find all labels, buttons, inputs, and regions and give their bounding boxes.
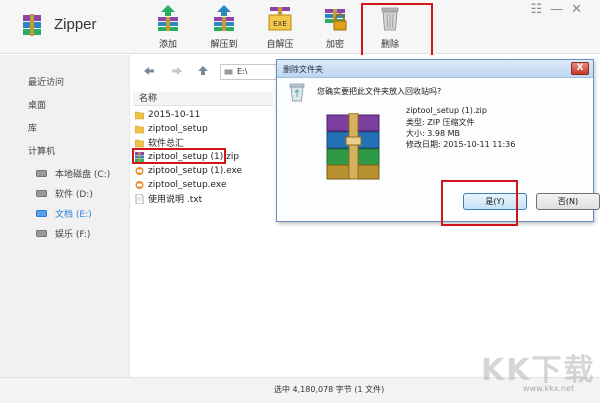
file-row[interactable]: ziptool_setup.exe xyxy=(135,178,226,191)
drive-f-label: 娱乐 (F:) xyxy=(55,229,91,240)
sidebar: 最近访问 桌面 库 计算机 本地磁盘 (C:) 软件 (D:) 文档 (E:) … xyxy=(0,55,130,391)
extract-to-icon xyxy=(214,5,234,31)
sidebar-item-desktop[interactable]: 桌面 xyxy=(28,98,46,111)
close-icon[interactable]: ✕ xyxy=(571,2,590,17)
file-name: 2015-10-11 xyxy=(148,109,201,120)
yes-button-highlight-box xyxy=(441,180,518,226)
file-row[interactable]: 使用说明 .txt xyxy=(135,192,202,205)
back-arrow-icon[interactable] xyxy=(143,66,155,76)
drive-c-label: 本地磁盘 (C:) xyxy=(55,169,111,180)
recycle-bin-icon xyxy=(289,83,305,102)
folder-icon xyxy=(135,125,144,133)
dialog-close-button[interactable]: X xyxy=(571,62,589,75)
encrypt-lock-icon xyxy=(325,9,347,31)
dialog-title: 删除文件夹 xyxy=(283,65,323,74)
selected-file-highlight-box xyxy=(132,148,226,164)
dialog-file-name: ziptool_setup (1).zip xyxy=(406,106,487,115)
extract-to-button[interactable]: 解压到 xyxy=(200,4,248,50)
drive-icon xyxy=(36,169,47,177)
drive-f[interactable]: 娱乐 (F:) xyxy=(36,226,90,240)
file-name: 使用说明 .txt xyxy=(148,195,203,205)
no-button[interactable]: 否(N) xyxy=(536,193,600,210)
watermark-url: www.kkx.net xyxy=(523,384,575,393)
svg-text:EXE: EXE xyxy=(273,20,287,28)
encrypt-label: 加密 xyxy=(325,40,344,50)
file-name: ziptool_setup.exe xyxy=(148,179,227,190)
forward-arrow-icon[interactable] xyxy=(171,66,183,76)
drive-e-label: 文档 (E:) xyxy=(55,209,92,220)
add-button[interactable]: 添加 xyxy=(144,4,192,50)
file-row[interactable]: ziptool_setup xyxy=(135,122,208,135)
file-name: ziptool_setup (1).exe xyxy=(148,165,243,176)
delete-confirm-dialog: 删除文件夹 X 您确实要把此文件夹放入回收站吗? ziptool_setup (… xyxy=(276,59,600,222)
text-file-icon xyxy=(135,193,144,204)
file-name: ziptool_setup xyxy=(148,123,208,134)
main-toolbar: Zipper 添加 解压到 EXE 自解压 加密 删除 ☷—✕ xyxy=(0,0,600,54)
drive-e[interactable]: 文档 (E:) xyxy=(36,206,92,220)
address-path: E:\ xyxy=(237,67,248,76)
app-title: Zipper xyxy=(54,16,97,33)
status-text: 选中 4,180,078 字节 (1 文件) xyxy=(274,385,385,394)
dialog-title-bar[interactable]: 删除文件夹 X xyxy=(277,60,593,78)
self-extract-exe-icon: EXE xyxy=(268,7,292,31)
drive-icon xyxy=(224,69,233,75)
file-row[interactable]: 2015-10-11 xyxy=(135,108,200,121)
exe-file-icon xyxy=(135,166,144,175)
folder-icon xyxy=(135,111,144,119)
drive-c[interactable]: 本地磁盘 (C:) xyxy=(36,166,110,180)
drive-icon xyxy=(36,189,47,197)
self-extract-button[interactable]: EXE 自解压 xyxy=(256,4,304,50)
sidebar-item-recent[interactable]: 最近访问 xyxy=(28,75,64,88)
up-arrow-icon[interactable] xyxy=(197,65,209,76)
folder-icon xyxy=(135,139,144,147)
dialog-question: 您确实要把此文件夹放入回收站吗? xyxy=(317,87,442,96)
column-header-name[interactable]: 名称 xyxy=(133,92,273,106)
exe-file-icon xyxy=(135,180,144,189)
drive-icon xyxy=(36,229,47,237)
menu-icon[interactable]: ☷ xyxy=(530,2,550,17)
sidebar-item-computer[interactable]: 计算机 xyxy=(28,144,55,157)
sidebar-item-library[interactable]: 库 xyxy=(28,121,37,134)
winrar-archive-icon xyxy=(326,113,380,180)
add-label: 添加 xyxy=(158,40,177,50)
zipper-logo-icon xyxy=(23,14,41,36)
add-archive-icon xyxy=(158,5,178,31)
drive-d-label: 软件 (D:) xyxy=(55,189,93,200)
watermark: KK下载 xyxy=(481,353,596,388)
drive-icon xyxy=(36,209,47,217)
drive-d[interactable]: 软件 (D:) xyxy=(36,186,93,200)
window-controls: ☷—✕ xyxy=(530,2,590,17)
minimize-icon[interactable]: — xyxy=(550,2,571,17)
self-extract-label: 自解压 xyxy=(266,40,294,50)
extract-to-label: 解压到 xyxy=(210,40,238,50)
dialog-file-size: 大小: 3.98 MB xyxy=(406,129,460,138)
dialog-file-type: 类型: ZIP 压缩文件 xyxy=(406,118,475,127)
file-row[interactable]: ziptool_setup (1).exe xyxy=(135,164,242,177)
dialog-file-modified: 修改日期: 2015-10-11 11:36 xyxy=(406,140,516,149)
encrypt-button[interactable]: 加密 xyxy=(311,4,359,50)
